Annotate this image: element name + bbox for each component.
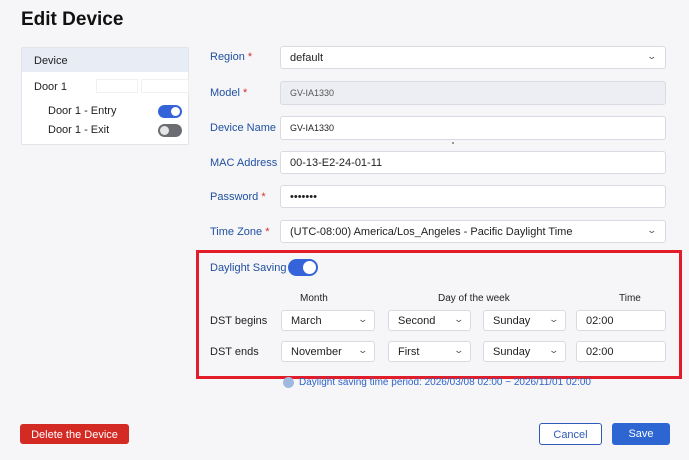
chevron-down-icon: ⌄ — [453, 314, 465, 324]
door-entry-toggle[interactable] — [158, 105, 182, 118]
column-day-of-week: Day of the week — [438, 293, 510, 304]
chevron-down-icon: ⌄ — [646, 225, 658, 235]
chevron-down-icon: ⌄ — [646, 51, 658, 61]
dst-ends-day-select[interactable]: Sunday ⌄ — [483, 341, 566, 362]
dst-ends-month-select[interactable]: November ⌄ — [281, 341, 375, 362]
model-field: GV-IA1330 — [280, 81, 666, 105]
door-entry-label: Door 1 - Entry — [48, 105, 117, 117]
door-label[interactable]: Door 1 — [34, 81, 67, 93]
dst-begins-day-select[interactable]: Sunday ⌄ — [483, 310, 566, 331]
dst-ends-week-select[interactable]: First ⌄ — [388, 341, 471, 362]
info-icon — [283, 377, 294, 388]
mac-address-label: MAC Address — [210, 157, 278, 169]
door-exit-label: Door 1 - Exit — [48, 124, 110, 136]
daylight-saving-label: Daylight Saving — [210, 262, 287, 274]
daylight-saving-toggle[interactable] — [288, 259, 318, 276]
dst-begins-month-select[interactable]: March ⌄ — [281, 310, 375, 331]
door-exit-toggle[interactable] — [158, 124, 182, 137]
dst-begins-time-input[interactable]: 02:00 — [576, 310, 666, 331]
door-field-1 — [96, 79, 138, 93]
door-field-2 — [141, 79, 189, 93]
save-button[interactable]: Save — [612, 423, 670, 445]
device-panel-header: Device — [22, 48, 188, 72]
dst-ends-time-input[interactable]: 02:00 — [576, 341, 666, 362]
device-panel: Device Door 1 Door 1 - Entry Door 1 - Ex… — [21, 47, 189, 145]
device-name-label: Device Name — [210, 122, 277, 134]
chevron-down-icon: ⌄ — [453, 345, 465, 355]
cancel-button[interactable]: Cancel — [539, 423, 602, 445]
mac-address-input[interactable]: 00-13-E2-24-01-11 — [280, 151, 666, 174]
text-cursor — [452, 142, 454, 144]
toggle-knob — [160, 126, 169, 135]
device-name-input[interactable]: GV-IA1330 — [280, 116, 666, 140]
delete-device-button[interactable]: Delete the Device — [20, 424, 129, 444]
toggle-knob — [303, 261, 316, 274]
password-input[interactable]: ••••••• — [280, 185, 666, 208]
page-title: Edit Device — [21, 9, 124, 30]
column-month: Month — [300, 293, 328, 304]
dst-ends-label: DST ends — [210, 346, 259, 358]
toggle-knob — [171, 107, 180, 116]
region-label: Region * — [210, 51, 253, 63]
chevron-down-icon: ⌄ — [548, 314, 560, 324]
dst-begins-label: DST begins — [210, 315, 268, 327]
dst-period-text: Daylight saving time period: 2026/03/08 … — [299, 377, 591, 388]
region-select[interactable]: default ⌄ — [280, 46, 666, 69]
time-zone-label: Time Zone * — [210, 226, 270, 238]
chevron-down-icon: ⌄ — [357, 314, 369, 324]
column-time: Time — [619, 293, 641, 304]
password-label: Password * — [210, 191, 266, 203]
model-label: Model * — [210, 87, 248, 99]
chevron-down-icon: ⌄ — [357, 345, 369, 355]
time-zone-select[interactable]: (UTC-08:00) America/Los_Angeles - Pacifi… — [280, 220, 666, 243]
dst-begins-week-select[interactable]: Second ⌄ — [388, 310, 471, 331]
chevron-down-icon: ⌄ — [548, 345, 560, 355]
